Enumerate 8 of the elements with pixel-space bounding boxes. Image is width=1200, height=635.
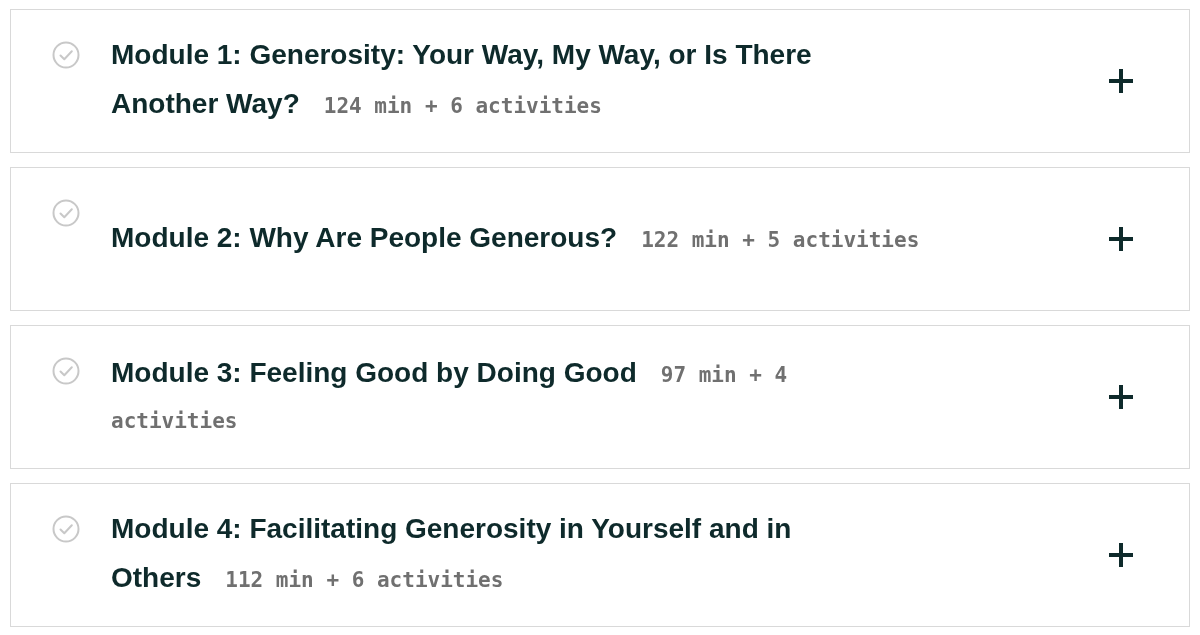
module-heading: Module 1: Generosity: Your Way, My Way, or Is There Another Way? 124 min + 6 activities bbox=[111, 38, 813, 121]
module-heading: Module 4: Facilitating Generosity in Yourself and in Others 112 min + 6 activities bbox=[111, 512, 793, 595]
check-circle-icon bbox=[51, 514, 81, 544]
module-heading: Module 2: Why Are People Generous? 122 min + 5 activities bbox=[111, 220, 921, 255]
check-circle-icon bbox=[51, 356, 81, 386]
module-heading: Module 3: Feeling Good by Doing Good 97 min + 4 activities bbox=[111, 355, 789, 435]
check-circle-icon bbox=[51, 198, 81, 228]
check-circle-icon bbox=[51, 40, 81, 70]
